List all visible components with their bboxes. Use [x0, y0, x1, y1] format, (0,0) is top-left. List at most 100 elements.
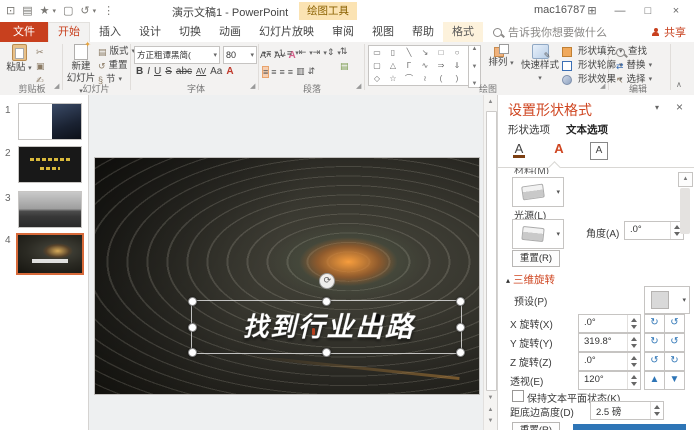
reset-slide-button[interactable]: ↺重置 — [98, 60, 135, 72]
tab-文件[interactable]: 文件 — [0, 22, 48, 42]
panel-close-icon[interactable]: × — [676, 100, 683, 114]
rotation-spin-arrows-1[interactable] — [627, 315, 640, 332]
change-case-icon[interactable]: Aa — [210, 66, 222, 77]
shapes-scroll-up-icon[interactable]: ▲ — [472, 46, 478, 52]
align-center-icon[interactable]: ≡ — [271, 67, 276, 77]
numbering-icon[interactable]: ⒈≡ — [278, 46, 292, 59]
preview-icon[interactable]: ▢ — [63, 3, 73, 19]
shape-○[interactable]: ○ — [449, 46, 465, 59]
ribbon-display-options-icon[interactable]: ⊞ — [578, 0, 606, 22]
shape-△[interactable]: △ — [385, 59, 401, 72]
rotate-button-a-4[interactable]: ▲ — [644, 371, 665, 390]
font-size-combobox[interactable]: 80 ▾ — [223, 46, 257, 64]
scroll-up-icon[interactable]: ▲ — [485, 97, 496, 108]
text-shadow-icon[interactable]: abc — [176, 66, 192, 77]
align-left-icon[interactable]: ≡ — [263, 67, 268, 77]
paragraph-dialog-launcher[interactable]: ◢ — [356, 82, 361, 90]
text-align-vertical-icon[interactable]: ⇅ — [340, 46, 349, 57]
shape-╲[interactable]: ╲ — [401, 46, 417, 59]
tab-设计[interactable]: 设计 — [130, 22, 170, 42]
previous-slide-icon[interactable]: ▲ — [485, 405, 496, 416]
tab-格式[interactable]: 格式 — [443, 22, 483, 42]
shapes-gallery[interactable]: ▭▯╲↘□○▢△Γ∿⇒⇓◇☆⌒≀() — [368, 45, 469, 86]
favorites-icon[interactable]: ★ — [40, 3, 50, 19]
shape-☆[interactable]: ☆ — [385, 72, 401, 85]
quick-styles-button[interactable]: 快速样式 ▾ — [520, 44, 560, 84]
canvas-scrollbar[interactable]: ▲ ▼ ▲ ▼ — [483, 95, 497, 430]
customize-qat-icon[interactable]: ⋮ — [103, 3, 114, 19]
bold-icon[interactable]: B — [136, 66, 143, 77]
rotation-spin-arrows-2[interactable] — [627, 334, 640, 351]
slide-thumbnail-2[interactable] — [18, 146, 82, 183]
resize-handle-s[interactable] — [322, 348, 331, 357]
replace-button[interactable]: ⇄ 替换 ▾ — [616, 60, 652, 72]
tab-开始[interactable]: 开始 — [48, 22, 90, 42]
tab-视图[interactable]: 视图 — [363, 22, 403, 42]
undo-icon[interactable]: ↺ — [80, 3, 89, 19]
increase-indent-icon[interactable]: ⇥ — [313, 47, 321, 58]
rotate-button-b-3[interactable]: ↻ — [664, 352, 685, 371]
underline-icon[interactable]: U — [154, 66, 161, 77]
rotate-button-a-2[interactable]: ↻ — [644, 333, 665, 352]
resize-handle-nw[interactable] — [188, 297, 197, 306]
resize-handle-se[interactable] — [456, 348, 465, 357]
clipboard-dialog-launcher[interactable]: ◢ — [54, 82, 59, 90]
tab-插入[interactable]: 插入 — [90, 22, 130, 42]
shape-◇[interactable]: ◇ — [369, 72, 385, 85]
columns-icon[interactable]: ▥ — [296, 66, 305, 77]
resize-handle-sw[interactable] — [188, 348, 197, 357]
shape-↘[interactable]: ↘ — [417, 46, 433, 59]
keep-flat-checkbox[interactable] — [512, 390, 524, 402]
minimize-icon[interactable]: — — [606, 0, 634, 22]
shape-⇓[interactable]: ⇓ — [449, 59, 465, 72]
bullets-icon[interactable]: •≡ — [263, 48, 271, 58]
char-spacing-icon[interactable]: AV — [196, 67, 206, 76]
shape-([interactable]: ( — [433, 72, 449, 85]
slide-thumbnail-4[interactable] — [16, 233, 84, 275]
save-icon[interactable]: ▤ — [22, 3, 32, 19]
close-icon[interactable]: × — [662, 0, 690, 22]
rotate-button-a-1[interactable]: ↻ — [644, 314, 665, 333]
rotate-handle[interactable]: ⟳ — [319, 273, 335, 289]
reset-rotation-button[interactable]: 重置(R) — [512, 422, 560, 430]
next-slide-icon[interactable]: ▼ — [485, 416, 496, 427]
strikethrough-icon[interactable]: S — [165, 66, 172, 77]
tab-切换[interactable]: 切换 — [170, 22, 210, 42]
slide-thumbnail-3[interactable] — [18, 191, 82, 228]
font-name-combobox[interactable]: 方正粗谭黑简( ▾ — [134, 46, 220, 64]
shape-⇒[interactable]: ⇒ — [433, 59, 449, 72]
align-right-icon[interactable]: ≡ — [280, 67, 285, 77]
share-button[interactable]: 共享 — [651, 24, 686, 40]
drawing-dialog-launcher[interactable]: ◢ — [600, 82, 605, 90]
shapes-scroll-down-icon[interactable]: ▼ — [472, 64, 478, 70]
shape-▢[interactable]: ▢ — [369, 59, 385, 72]
lighting-dropdown[interactable]: ▾ — [512, 219, 564, 249]
line-spacing-icon[interactable]: ⇕ — [327, 47, 335, 58]
rotation-spinner-3[interactable]: .0° — [578, 352, 641, 371]
font-dialog-launcher[interactable]: ◢ — [250, 82, 255, 90]
shape-⌒[interactable]: ⌒ — [401, 72, 417, 85]
resize-handle-w[interactable] — [188, 323, 197, 332]
paste-button[interactable]: 粘贴 ▾ — [4, 44, 34, 74]
slide-thumbnail-pane[interactable]: 1234 — [0, 95, 89, 430]
panel-scrollbar-thumb[interactable] — [680, 188, 690, 234]
tab-幻灯片放映[interactable]: 幻灯片放映 — [250, 22, 323, 42]
textbox-icon[interactable]: A — [588, 139, 610, 161]
slide-title-text[interactable]: 找到行业出路 — [200, 304, 466, 345]
material-dropdown[interactable]: ▾ — [512, 177, 564, 207]
copy-icon[interactable]: ▣ — [36, 60, 45, 72]
maximize-icon[interactable]: □ — [634, 0, 662, 22]
shape-Γ[interactable]: Γ — [401, 59, 417, 72]
cut-icon[interactable]: ✂ — [36, 46, 45, 58]
start-slideshow-icon[interactable]: ⊡ — [6, 3, 15, 19]
rotate-button-b-4[interactable]: ▼ — [664, 371, 685, 390]
scroll-down-icon[interactable]: ▼ — [485, 393, 496, 404]
rotation-spinner-2[interactable]: 319.8° — [578, 333, 641, 352]
distance-spin-arrows[interactable] — [650, 402, 663, 419]
layout-button[interactable]: ▤版式▾ — [98, 46, 135, 58]
italic-icon[interactable]: I — [147, 66, 150, 77]
shape-fill-button[interactable]: 形状填充 ▾ — [562, 46, 623, 58]
shape-≀[interactable]: ≀ — [417, 72, 433, 85]
find-button[interactable]: 查找 — [616, 46, 652, 58]
tab-动画[interactable]: 动画 — [210, 22, 250, 42]
